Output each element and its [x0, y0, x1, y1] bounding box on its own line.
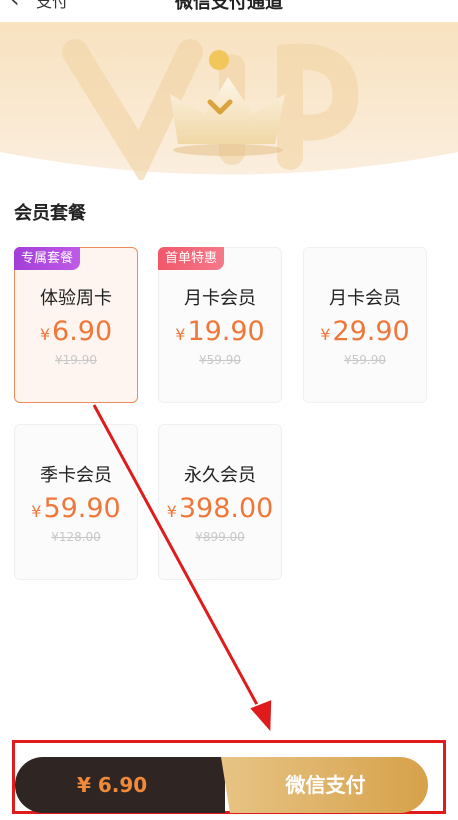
plan-price: ¥6.90 — [15, 316, 137, 347]
plan-name: 月卡会员 — [184, 288, 256, 309]
price-value: 6.90 — [52, 316, 113, 347]
original-price: ¥59.90 — [344, 353, 386, 367]
plan-price: ¥398.00 — [159, 493, 281, 524]
currency-symbol: ¥ — [166, 502, 177, 521]
price-value: 398.00 — [178, 493, 274, 524]
plan-price: ¥29.90 — [304, 316, 426, 347]
plan-price: ¥59.90 — [15, 493, 137, 524]
plan-name: 季卡会员 — [40, 465, 112, 486]
plan-card-quarter[interactable]: 季卡会员 ¥59.90 ¥128.00 — [14, 424, 138, 580]
currency-symbol: ¥ — [39, 325, 51, 344]
currency-symbol: ¥ — [31, 502, 42, 521]
original-price: ¥899.00 — [195, 530, 245, 544]
page-title: 微信支付通道 — [175, 0, 283, 13]
original-price: ¥128.00 — [51, 530, 101, 544]
plan-card-month-first[interactable]: 首单特惠 月卡会员 ¥19.90 ¥59.90 — [158, 247, 282, 403]
plan-name: 体验周卡 — [40, 288, 112, 309]
plan-price: ¥19.90 — [159, 316, 281, 347]
plan-tag: 首单特惠 — [158, 247, 225, 270]
plan-card-trial-week[interactable]: 专属套餐 体验周卡 ¥6.90 ¥19.90 — [14, 247, 138, 403]
section-title: 会员套餐 — [14, 203, 86, 224]
pay-bar: ¥ 6.90 微信支付 — [15, 757, 428, 813]
plan-card-lifetime[interactable]: 永久会员 ¥398.00 ¥899.00 — [158, 424, 282, 580]
plan-name: 永久会员 — [184, 465, 256, 486]
currency-symbol: ¥ — [320, 325, 331, 344]
plan-name: 月卡会员 — [329, 288, 401, 309]
original-price: ¥59.90 — [199, 353, 241, 367]
wechat-pay-button[interactable]: 微信支付 — [221, 757, 428, 813]
currency-symbol: ¥ — [175, 325, 186, 344]
vip-crown-illustration — [0, 22, 458, 180]
price-value: 29.90 — [332, 316, 410, 347]
plan-tag: 专属套餐 — [14, 247, 81, 270]
original-price: ¥19.90 — [55, 353, 97, 367]
price-value: 19.90 — [187, 316, 265, 347]
price-value: 59.90 — [43, 493, 121, 524]
top-bar: ‹ 支付 微信支付通道 — [0, 0, 458, 22]
vip-hero-banner — [0, 22, 458, 180]
plan-card-month[interactable]: 月卡会员 ¥29.90 ¥59.90 — [303, 247, 427, 403]
pay-amount: ¥ 6.90 — [15, 757, 225, 813]
